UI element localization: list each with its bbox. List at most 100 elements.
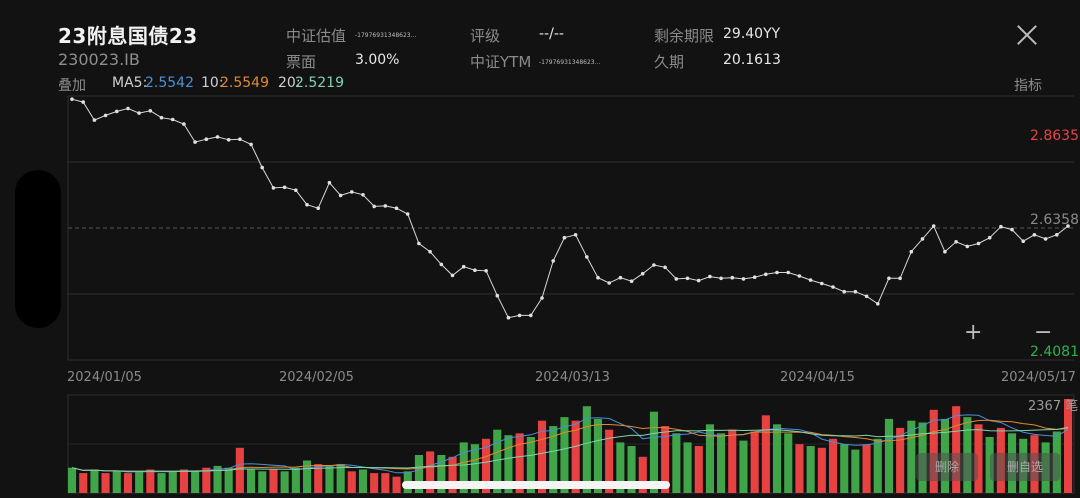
price-point [585,255,589,259]
volume-bar [280,471,289,493]
delete-button[interactable]: 删除 [916,453,978,481]
delete-watchlist-button[interactable]: 删自选 [990,453,1060,481]
volume-bar [884,418,893,493]
price-point [943,249,947,254]
price-point [853,289,858,294]
volume-bar [739,440,748,493]
volume-bar [224,467,233,493]
volume-bar [896,427,905,493]
volume-bar [840,444,849,493]
price-polyline [71,98,1069,319]
price-point [1021,239,1025,243]
price-point [372,204,377,209]
price-point [663,265,667,270]
volume-bar [851,449,860,493]
price-chart[interactable] [0,0,1080,498]
price-point [808,278,813,282]
volume-bar [817,447,826,493]
volume-bar [347,471,356,493]
price-point [596,275,600,280]
price-point [786,270,790,275]
price-point [383,204,388,208]
volume-bar [784,433,793,493]
price-point [417,241,421,246]
price-point [148,109,153,113]
volume-bar [112,471,121,493]
price-point [898,276,902,281]
price-point [361,193,365,197]
volume-bar [191,471,200,493]
price-point [640,271,645,276]
price-point [92,118,97,122]
volume-bar [370,473,379,493]
volume-bar [235,447,244,493]
price-point [461,264,466,269]
price-point [685,276,690,281]
price-high-label: 2.8635 [1030,128,1079,144]
price-point [115,109,119,114]
volume-bar [68,467,77,493]
volume-bar [101,473,110,493]
price-point [170,117,175,122]
price-point [931,224,936,228]
price-point [842,289,846,294]
x-date-4: 2024/05/17 [1001,370,1076,385]
price-point [126,106,130,111]
volume-bar [829,438,838,493]
volume-bar [392,476,401,493]
price-point [820,281,824,286]
price-point [876,302,880,306]
volume-bar [672,433,681,493]
volume-bar [90,469,99,493]
price-mid-label: 2.6358 [1030,212,1079,228]
price-point [1043,237,1048,241]
volume-bar [358,469,367,493]
price-point [338,193,343,198]
price-point [137,111,141,115]
volume-bar [157,473,166,493]
volume-bar [806,446,815,493]
volume-bar [381,473,390,493]
volume-bar [135,471,144,493]
price-point [965,244,970,249]
price-point [305,202,309,207]
price-point [540,296,544,300]
volume-bar [336,464,345,493]
price-point [752,275,757,280]
price-point [1055,233,1059,237]
price-point [495,293,500,298]
price-point [193,140,197,144]
price-point [294,188,298,192]
price-point [226,138,231,142]
volume-bar [258,471,267,493]
price-point [719,276,723,281]
volume-bar [325,465,334,493]
price-point [159,115,164,120]
price-point [517,313,522,318]
price-point [551,259,555,263]
price-point [909,249,914,254]
price-point [204,137,209,141]
price-point [775,270,779,275]
volume-bar [761,415,770,493]
price-point [260,165,265,170]
price-line [70,97,1070,320]
price-point [764,272,768,277]
price-point [350,190,354,194]
price-point [607,281,611,285]
price-point [573,233,578,237]
price-low-label: 2.4081 [1030,344,1079,360]
volume-bar [168,471,177,493]
price-point [730,275,735,280]
x-date-1: 2024/02/05 [279,370,354,385]
price-point [316,206,321,210]
home-indicator[interactable] [402,481,670,489]
volume-bar [873,438,882,493]
price-point [674,277,679,281]
price-point [249,142,253,147]
price-point [405,212,410,216]
zoom-out-button[interactable]: − [1034,320,1052,345]
zoom-in-button[interactable]: + [964,320,982,345]
x-date-3: 2024/04/15 [780,370,855,385]
price-point [271,186,276,190]
